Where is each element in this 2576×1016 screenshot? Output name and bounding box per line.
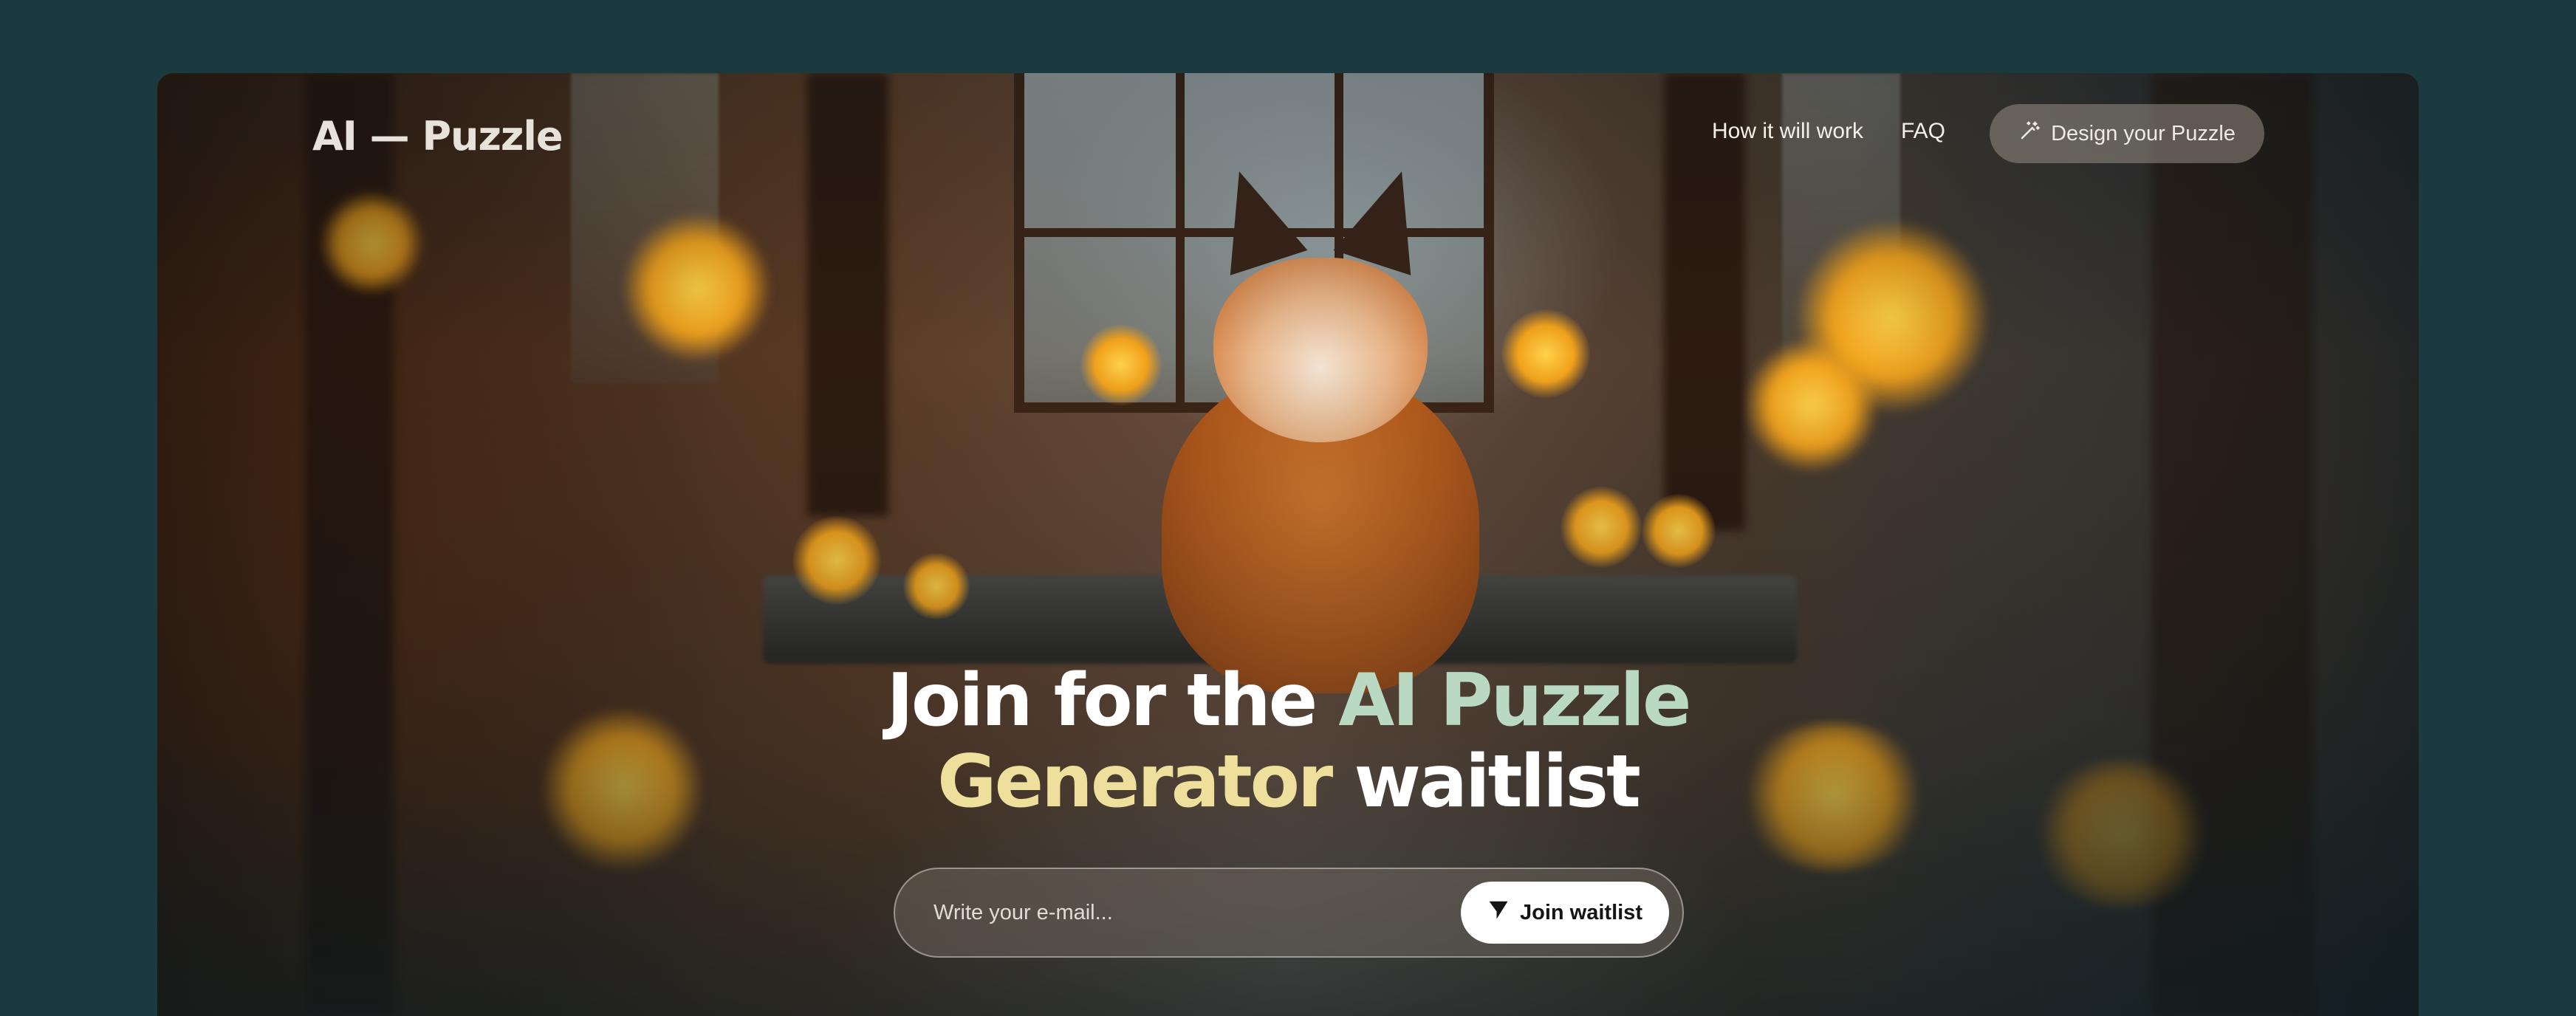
headline-text: waitlist [1354,740,1640,824]
nav-faq[interactable]: FAQ [1901,119,1945,144]
headline-accent-generator: Generator [937,740,1333,824]
headline-accent-ai-puzzle: AI Puzzle [1338,659,1691,743]
nav-how-it-works[interactable]: How it will work [1712,119,1863,144]
email-input[interactable] [932,888,1434,937]
design-your-puzzle-button[interactable]: Design your Puzzle [1990,104,2264,163]
hero-card: AI — Puzzle How it will work FAQ Design … [157,73,2419,1016]
headline-line-2: Generator waitlist [157,741,2419,823]
logo[interactable]: AI — Puzzle [312,113,563,159]
join-waitlist-label: Join waitlist [1520,900,1642,924]
hero-headline: Join for the AI Puzzle Generator waitlis… [157,660,2419,823]
waitlist-form: Join waitlist [894,868,1684,958]
magic-wand-icon [2018,120,2041,148]
send-icon [1487,899,1510,927]
join-waitlist-button[interactable]: Join waitlist [1461,882,1669,944]
headline-text: Join for the [886,659,1318,743]
headline-line-1: Join for the AI Puzzle [157,660,2419,741]
design-your-puzzle-label: Design your Puzzle [2051,121,2236,145]
